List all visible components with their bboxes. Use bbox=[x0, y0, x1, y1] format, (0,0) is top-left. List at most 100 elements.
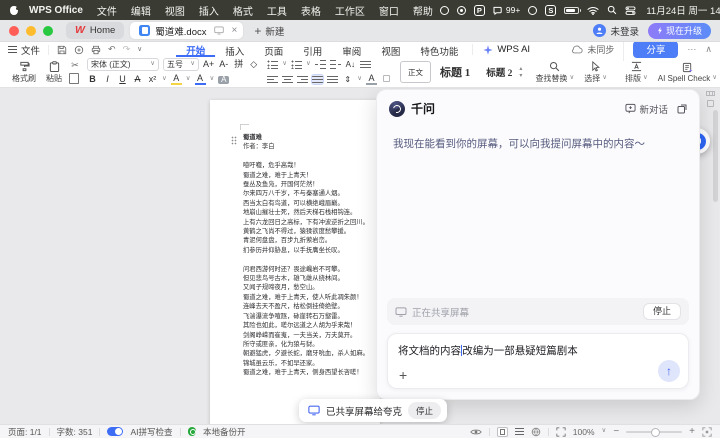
zoom-slider[interactable] bbox=[626, 431, 682, 433]
spellcheck-toggle[interactable] bbox=[107, 427, 123, 436]
bullet-list-button[interactable] bbox=[267, 60, 278, 69]
menu-item[interactable]: 工作区 bbox=[328, 3, 372, 18]
sync-status[interactable]: 未同步 bbox=[571, 43, 614, 56]
style-chip[interactable]: 正文 bbox=[400, 61, 431, 83]
cut-icon[interactable]: ✂ bbox=[71, 60, 79, 71]
ribbon-tab[interactable]: 视图 bbox=[371, 42, 410, 57]
decrease-indent-button[interactable] bbox=[315, 60, 326, 69]
wifi-icon[interactable] bbox=[587, 6, 599, 15]
upgrade-button[interactable]: 现在升级 bbox=[648, 23, 711, 39]
underline-button[interactable]: U bbox=[117, 75, 128, 84]
increase-indent-button[interactable] bbox=[330, 60, 341, 69]
file-menu-button[interactable]: 文件 bbox=[8, 43, 40, 57]
ribbon-more-icon[interactable]: ⋯ bbox=[687, 44, 696, 55]
vertical-scrollbar[interactable] bbox=[713, 110, 718, 202]
drag-handle-icon[interactable] bbox=[231, 136, 237, 145]
open-in-window-icon[interactable] bbox=[677, 104, 687, 114]
strikethrough-button[interactable]: A bbox=[132, 75, 143, 84]
app-p-icon[interactable]: P bbox=[474, 5, 485, 16]
borders-button[interactable] bbox=[381, 75, 392, 84]
style-chip[interactable]: 标题 2 bbox=[479, 60, 519, 84]
quickbar-more-icon[interactable]: ∨ bbox=[137, 46, 142, 53]
distribute-button[interactable] bbox=[327, 75, 338, 84]
layout-button[interactable]: 排版∨ bbox=[620, 61, 653, 84]
menubar-clock[interactable]: 11月24日 周一 14:31 bbox=[646, 3, 720, 17]
attach-plus-button[interactable]: + bbox=[399, 368, 407, 382]
clear-format-button[interactable]: ◇ bbox=[248, 60, 259, 69]
app-s-icon[interactable]: S bbox=[545, 5, 556, 16]
font-name-select[interactable]: 宋体 (正文) ∨ bbox=[87, 58, 159, 71]
backup-label[interactable]: 本地备份开 bbox=[203, 426, 246, 438]
menu-item[interactable]: 帮助 bbox=[406, 3, 440, 18]
menu-item[interactable]: 表格 bbox=[294, 3, 328, 18]
word-count-label[interactable]: 字数: 351 bbox=[57, 426, 93, 438]
chevron-down-icon[interactable]: ∨ bbox=[162, 76, 167, 83]
chevron-down-icon[interactable]: ∨ bbox=[210, 76, 215, 83]
menu-item[interactable]: 编辑 bbox=[124, 3, 158, 18]
style-gallery-up-icon[interactable]: ▴ bbox=[519, 66, 522, 72]
send-button[interactable]: ↑ bbox=[658, 360, 680, 382]
stop-sharing-button[interactable]: 停止 bbox=[643, 303, 681, 320]
text-effects-button[interactable]: 拼 bbox=[233, 60, 244, 69]
menu-item[interactable]: 视图 bbox=[158, 3, 192, 18]
paste-button[interactable]: 粘贴 bbox=[39, 61, 69, 84]
zoom-window-button[interactable] bbox=[43, 26, 53, 36]
chevron-down-icon[interactable]: ∨ bbox=[186, 76, 191, 83]
shading-button[interactable]: A bbox=[366, 74, 377, 85]
ai-input-box[interactable]: 将文档的内容改编为一部悬疑短篇剧本 + ↑ bbox=[387, 333, 689, 389]
eye-icon[interactable] bbox=[470, 428, 482, 436]
italic-button[interactable]: I bbox=[102, 75, 113, 84]
bold-button[interactable]: B bbox=[87, 75, 98, 84]
character-border-button[interactable]: A bbox=[218, 76, 229, 84]
collapse-ribbon-icon[interactable]: ∧ bbox=[705, 44, 712, 55]
align-center-button[interactable] bbox=[282, 75, 293, 84]
tab-home[interactable]: W Home bbox=[66, 22, 124, 39]
ring-status-icon[interactable] bbox=[528, 6, 537, 15]
select-button[interactable]: 选择∨ bbox=[579, 61, 612, 84]
ai-spellcheck-button[interactable]: AI Spell Check∨ bbox=[653, 62, 720, 83]
zoom-value[interactable]: 100% bbox=[573, 427, 595, 437]
style-gallery-down-icon[interactable]: ▾ bbox=[519, 73, 522, 79]
text-direction-button[interactable] bbox=[360, 60, 371, 69]
document-page[interactable]: 蜀道难 作者：李白 噫吁嚱，危乎高哉！蜀道之难，难于上青天！蚕丛及鱼凫，开国何茫… bbox=[210, 100, 380, 424]
menu-item[interactable]: 窗口 bbox=[372, 3, 406, 18]
menu-item[interactable]: 插入 bbox=[192, 3, 226, 18]
copy-icon[interactable] bbox=[71, 75, 79, 84]
share-button[interactable]: 分享 bbox=[633, 41, 678, 58]
messages-icon[interactable]: 99+ bbox=[493, 5, 520, 15]
format-painter-button[interactable]: 格式刷 bbox=[9, 61, 39, 84]
ribbon-tab[interactable]: 特色功能 bbox=[410, 42, 468, 57]
tab-document[interactable]: 蜀道难.docx × bbox=[130, 22, 243, 39]
save-icon[interactable] bbox=[57, 45, 67, 55]
menu-item[interactable]: 工具 bbox=[260, 3, 294, 18]
control-center-icon[interactable] bbox=[625, 6, 636, 15]
page-view-icon[interactable] bbox=[497, 427, 508, 437]
battery-icon[interactable] bbox=[564, 7, 579, 14]
toast-stop-button[interactable]: 停止 bbox=[408, 402, 441, 419]
zoom-dropdown-icon[interactable]: ∨ bbox=[602, 428, 607, 435]
record-status-icon[interactable] bbox=[440, 6, 449, 15]
system-status-icon[interactable] bbox=[457, 6, 466, 15]
zoom-out-button[interactable]: − bbox=[613, 427, 619, 437]
print-preview-icon[interactable] bbox=[74, 45, 84, 55]
fit-page-icon[interactable] bbox=[556, 427, 566, 437]
numbered-list-button[interactable] bbox=[291, 60, 302, 69]
redo-icon[interactable]: ↷ bbox=[123, 45, 131, 54]
fullscreen-icon[interactable] bbox=[702, 427, 712, 437]
font-size-select[interactable]: 五号 ∨ bbox=[163, 58, 199, 71]
find-replace-button[interactable]: 查找替换∨ bbox=[530, 61, 579, 84]
align-left-button[interactable] bbox=[267, 75, 278, 84]
side-tool-icon[interactable] bbox=[707, 100, 714, 107]
sort-button[interactable]: A↓ bbox=[345, 61, 356, 69]
ribbon-tab[interactable]: 页面 bbox=[254, 42, 293, 57]
ruler-toggle-icon[interactable] bbox=[706, 91, 715, 96]
tab-close-icon[interactable]: × bbox=[231, 26, 237, 36]
apple-icon[interactable] bbox=[10, 5, 18, 16]
web-view-icon[interactable] bbox=[531, 427, 541, 437]
ribbon-tab[interactable]: 引用 bbox=[293, 42, 332, 57]
ribbon-tab[interactable]: 开始 bbox=[176, 42, 215, 57]
new-tab-button[interactable]: + 新建 bbox=[254, 24, 284, 38]
ribbon-tab[interactable]: 审阅 bbox=[332, 42, 371, 57]
zoom-in-button[interactable]: + bbox=[689, 427, 695, 437]
wps-ai-button[interactable]: WPS AI bbox=[472, 44, 530, 55]
